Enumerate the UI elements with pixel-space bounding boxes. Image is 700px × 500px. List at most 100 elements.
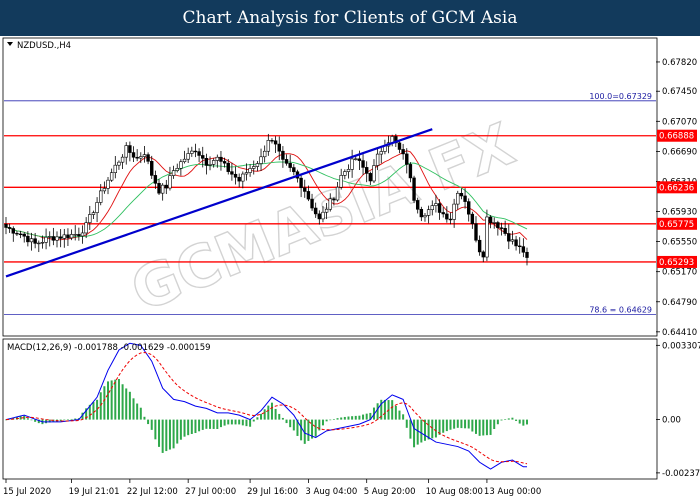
macd-histogram-bar xyxy=(125,388,128,420)
candle-bear xyxy=(463,195,467,202)
candle-bear xyxy=(135,156,139,159)
macd-histogram-bar xyxy=(212,419,215,429)
candle-bear xyxy=(222,161,227,164)
candle-bull xyxy=(190,150,194,154)
candle-bull xyxy=(84,222,88,234)
candle-bear xyxy=(317,213,322,220)
macd-histogram-bar xyxy=(260,413,263,420)
macd-histogram-bar xyxy=(489,419,492,435)
macd-histogram-bar xyxy=(241,419,244,426)
candle-bull xyxy=(120,156,125,163)
candle-bear xyxy=(18,233,23,236)
macd-histogram-bar xyxy=(478,419,481,436)
macd-histogram-bar xyxy=(482,419,485,436)
macd-histogram-bar xyxy=(300,419,303,441)
macd-histogram-bar xyxy=(256,417,259,420)
candle-bull xyxy=(168,175,172,189)
candle-bull xyxy=(492,222,496,224)
macd-histogram-bar xyxy=(427,419,430,440)
macd-histogram-bar xyxy=(234,419,237,425)
candle-bull xyxy=(44,236,48,243)
macd-histogram-bar xyxy=(168,419,171,450)
candle-bull xyxy=(423,215,427,218)
candle-bull xyxy=(244,172,249,175)
macd-histogram-bar xyxy=(416,419,419,445)
time-tick-label: 3 Aug 04:00 xyxy=(305,487,357,497)
candle-bear xyxy=(7,227,12,229)
macd-tick-label: 0.003307 xyxy=(662,341,700,351)
time-tick-label: 19 Jul 21:01 xyxy=(69,487,120,497)
macd-axis: 0.003307 0.00 -0.002372 xyxy=(656,341,700,479)
candle-bear xyxy=(77,234,81,237)
candle-bear xyxy=(525,251,529,258)
macd-histogram-bar xyxy=(74,418,77,420)
macd-histogram-bar xyxy=(223,419,226,426)
time-tick-label: 15 Jul 2020 xyxy=(3,487,51,497)
macd-histogram-bar xyxy=(26,418,29,420)
macd-histogram-bar xyxy=(351,416,354,420)
candle-bear xyxy=(303,187,307,192)
candle-bull xyxy=(95,202,99,213)
candle-bear xyxy=(412,177,416,201)
candle-bear xyxy=(397,142,402,150)
candle-bull xyxy=(262,150,267,158)
candle-bear xyxy=(270,140,274,142)
candle-bull xyxy=(215,156,220,161)
macd-histogram-bar xyxy=(121,384,124,420)
candle-bear xyxy=(292,167,296,173)
candle-bear xyxy=(332,198,336,201)
macd-histogram-bar xyxy=(278,413,281,420)
macd-histogram-bar xyxy=(281,417,284,420)
candle-bear xyxy=(277,143,281,152)
candle-bull xyxy=(139,156,143,159)
candle-bull xyxy=(80,232,85,237)
macd-histogram-bar xyxy=(143,416,146,420)
candle-bear xyxy=(128,145,132,153)
macd-histogram-bar xyxy=(453,419,456,429)
candle-bull xyxy=(335,186,340,201)
macd-histogram-bar xyxy=(136,403,139,420)
macd-histogram-bar xyxy=(132,398,135,420)
candle-bear xyxy=(419,208,424,218)
candle-bull xyxy=(179,161,183,169)
candle-bull xyxy=(241,173,245,182)
macd-histogram-bar xyxy=(423,419,426,441)
macd-histogram-bar xyxy=(336,418,339,420)
candle-bull xyxy=(99,190,103,203)
candle-bull xyxy=(113,164,118,173)
macd-histogram-bar xyxy=(383,399,386,420)
candle-bear xyxy=(306,191,311,200)
macd-histogram-bar xyxy=(128,391,131,420)
candle-bear xyxy=(470,213,475,225)
macd-histogram-bar xyxy=(150,419,153,430)
candle-bear xyxy=(521,246,526,253)
time-tick-label: 13 Aug 00:00 xyxy=(484,487,541,497)
macd-histogram-bar xyxy=(442,419,445,433)
macd-histogram-bar xyxy=(449,419,452,430)
time-tick-label: 29 Jul 16:00 xyxy=(247,487,298,497)
macd-histogram-bar xyxy=(147,419,150,425)
candle-bear xyxy=(488,216,493,224)
macd-histogram-bar xyxy=(507,418,510,420)
candle-bear xyxy=(499,227,504,229)
candle-bear xyxy=(4,223,8,228)
price-tick-label: 0.66690 xyxy=(662,147,697,157)
candle-bear xyxy=(514,239,518,247)
candle-bear xyxy=(477,239,482,253)
price-tick-label: 0.64410 xyxy=(662,328,697,338)
candle-bull xyxy=(430,205,434,210)
macd-histogram-bar xyxy=(209,419,212,429)
price-tick-label: 0.67450 xyxy=(662,87,697,97)
candle-bear xyxy=(66,234,70,239)
candle-bull xyxy=(456,192,460,205)
macd-histogram-bar xyxy=(70,418,73,420)
candle-bear xyxy=(226,162,230,172)
macd-histogram-bar xyxy=(227,419,230,425)
candle-bear xyxy=(219,156,223,162)
candle-bear xyxy=(284,159,289,164)
candle-bear xyxy=(368,173,373,182)
macd-histogram-bar xyxy=(354,415,357,420)
macd-histogram-bar xyxy=(329,419,332,421)
macd-histogram-bar xyxy=(413,419,416,448)
candle-bull xyxy=(171,170,176,176)
